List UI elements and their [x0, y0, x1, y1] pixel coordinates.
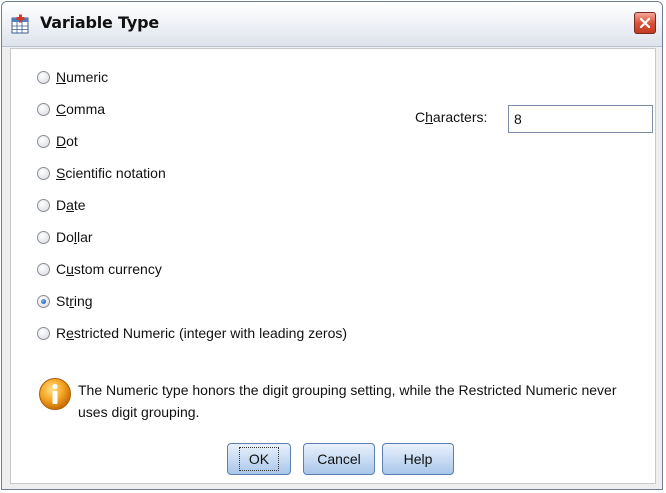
radio-restricted-numeric[interactable]: Restricted Numeric (integer with leading… [37, 323, 347, 343]
radio-button[interactable] [37, 102, 50, 116]
radio-label-scientific-notation: Scientific notation [56, 165, 166, 181]
help-button-label: Help [403, 451, 433, 467]
info-message: The Numeric type honors the digit groupi… [78, 382, 617, 420]
dialog-content: Numeric Comma Dot Scientific notation Da… [10, 48, 656, 484]
close-button[interactable] [634, 12, 656, 34]
radio-dollar[interactable]: Dollar [37, 227, 93, 247]
close-icon [639, 17, 651, 29]
radio-button[interactable] [37, 198, 50, 212]
radio-custom-currency[interactable]: Custom currency [37, 259, 162, 279]
radio-label-string: String [56, 293, 93, 309]
info-icon [39, 378, 71, 410]
variable-type-dialog: Variable Type Numeric Comma Dot Scientif… [1, 1, 663, 490]
radio-button[interactable] [37, 166, 50, 180]
radio-numeric[interactable]: Numeric [37, 67, 108, 87]
radio-dot[interactable]: Dot [37, 131, 78, 151]
characters-input[interactable] [508, 105, 653, 133]
radio-date[interactable]: Date [37, 195, 86, 215]
radio-label-dot: Dot [56, 133, 78, 149]
data-editor-app-icon [11, 14, 29, 34]
radio-label-dollar: Dollar [56, 229, 93, 245]
radio-label-custom-currency: Custom currency [56, 261, 162, 277]
radio-button[interactable] [37, 230, 50, 244]
radio-button[interactable] [37, 262, 50, 276]
radio-label-date: Date [56, 197, 86, 213]
dialog-title: Variable Type [40, 13, 159, 32]
radio-button[interactable] [37, 134, 50, 148]
radio-button-selected[interactable] [37, 294, 50, 308]
radio-string[interactable]: String [37, 291, 93, 311]
ok-button[interactable]: OK [227, 443, 291, 475]
radio-button[interactable] [37, 70, 50, 84]
radio-label-comma: Comma [56, 101, 106, 117]
cancel-button[interactable]: Cancel [303, 443, 375, 475]
help-button[interactable]: Help [382, 443, 454, 475]
radio-comma[interactable]: Comma [37, 99, 105, 119]
title-bar[interactable]: Variable Type [2, 2, 662, 47]
radio-label-restricted-numeric: Restricted Numeric (integer with leading… [56, 325, 348, 341]
radio-button[interactable] [37, 326, 50, 340]
radio-scientific-notation[interactable]: Scientific notation [37, 163, 166, 183]
radio-label-numeric: Numeric [56, 69, 109, 85]
cancel-button-label: Cancel [317, 451, 361, 467]
ok-button-label: OK [238, 447, 280, 471]
characters-label: Characters: [415, 109, 488, 125]
